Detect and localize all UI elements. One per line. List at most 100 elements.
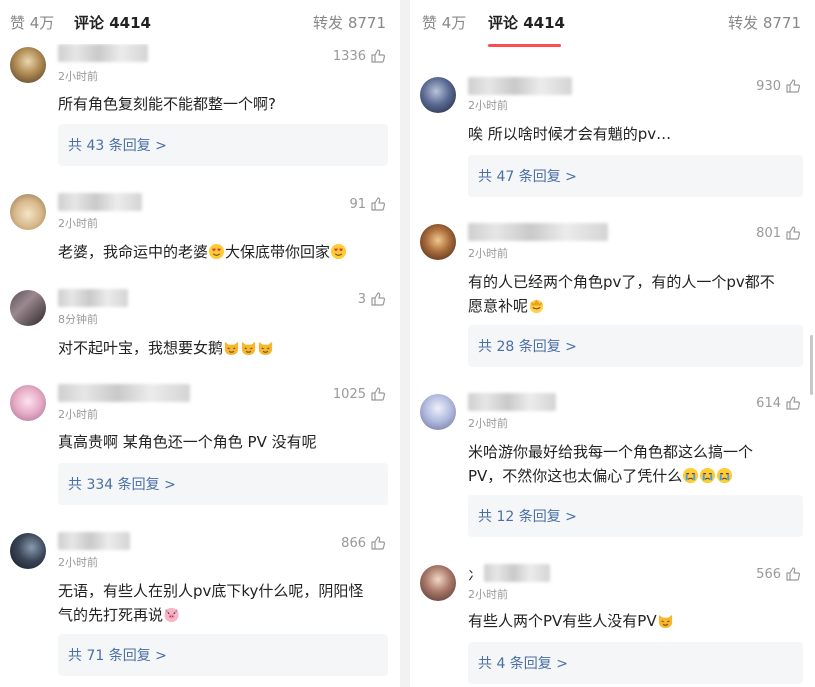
- emoji-heart-eyes: [330, 243, 347, 260]
- emoji-cat: [241, 341, 256, 356]
- reply-count[interactable]: 共 4 条回复 >: [478, 653, 568, 673]
- reply-expand[interactable]: 共 4 条回复 >: [468, 642, 803, 684]
- avatar[interactable]: [420, 77, 456, 113]
- like-button[interactable]: 91: [349, 196, 386, 212]
- comment-time: 2小时前: [58, 556, 98, 569]
- avatar[interactable]: [10, 533, 46, 569]
- username-blurred[interactable]: [58, 193, 142, 211]
- comment-text: 唉 所以啥时候才会有魈的pv…: [468, 125, 672, 143]
- reply-count[interactable]: 共 71 条回复 >: [68, 645, 167, 665]
- reply-expand[interactable]: 共 43 条回复 >: [58, 124, 388, 166]
- like-button[interactable]: 801: [756, 225, 801, 241]
- like-button[interactable]: 1025: [333, 386, 386, 402]
- panel-divider: [400, 0, 410, 687]
- comment-text: 有的人已经两个角色pv了，有的人一个pv都不 愿意补呢: [468, 273, 775, 315]
- emoji-pig: [164, 607, 179, 623]
- username-blurred[interactable]: [468, 77, 572, 95]
- username-blurred[interactable]: [58, 532, 130, 550]
- username-blurred[interactable]: [484, 564, 550, 582]
- thumb-up-icon: [786, 396, 801, 410]
- like-button[interactable]: 930: [756, 78, 801, 94]
- reply-expand[interactable]: 共 47 条回复 >: [468, 155, 803, 197]
- reply-expand[interactable]: 共 28 条回复 >: [468, 325, 803, 367]
- active-tab-indicator: [488, 44, 561, 47]
- avatar[interactable]: [10, 194, 46, 230]
- comment-text: 有些人两个PV有些人没有PV: [468, 609, 801, 633]
- avatar[interactable]: [420, 394, 456, 430]
- comment-time: 2小时前: [58, 408, 98, 421]
- reply-expand[interactable]: 共 334 条回复 >: [58, 463, 388, 505]
- emoji-cat: [224, 341, 239, 356]
- reply-expand[interactable]: 共 71 条回复 >: [58, 634, 388, 676]
- avatar[interactable]: [10, 385, 46, 421]
- like-count: 3: [357, 291, 366, 307]
- emoji-crying: [683, 467, 699, 484]
- left-comment-panel: 赞 4万 评论 4414 转发 8771 2小时前 1336 所有角色复刻能不能…: [0, 0, 400, 687]
- emoji-crown: [529, 299, 544, 314]
- reply-count[interactable]: 共 334 条回复 >: [68, 474, 176, 494]
- thumb-up-icon: [786, 79, 801, 93]
- tab-comments[interactable]: 评论 4414: [488, 12, 565, 33]
- tab-likes[interactable]: 赞 4万: [10, 12, 54, 33]
- reply-count[interactable]: 共 43 条回复 >: [68, 135, 167, 155]
- emoji-heart-eyes: [208, 243, 225, 260]
- like-button[interactable]: 614: [756, 395, 801, 411]
- avatar[interactable]: [10, 47, 46, 83]
- emoji-cat: [258, 341, 273, 356]
- like-count: 801: [756, 225, 781, 241]
- like-button[interactable]: 866: [341, 535, 386, 551]
- like-count: 1336: [332, 48, 366, 64]
- comment-time: 2小时前: [468, 417, 508, 430]
- like-count: 566: [756, 566, 781, 582]
- emoji-crying: [717, 467, 733, 484]
- right-comment-panel: 赞 4万 评论 4414 转发 8771 2小时前 930 唉 所以啥时候才会有…: [410, 0, 815, 687]
- avatar[interactable]: [10, 290, 46, 326]
- comment-text: 所有角色复刻能不能都整一个啊?: [58, 95, 276, 113]
- like-count: 614: [756, 395, 781, 411]
- reply-count[interactable]: 共 47 条回复 >: [478, 166, 577, 186]
- thumb-up-icon: [786, 567, 801, 581]
- emoji-cat: [658, 614, 672, 629]
- tab-bar: 赞 4万 评论 4414 转发 8771: [0, 0, 400, 44]
- reply-expand[interactable]: 共 12 条回复 >: [468, 495, 803, 537]
- like-count: 866: [341, 535, 366, 551]
- comment-time: 2小时前: [468, 247, 508, 260]
- thumb-up-icon: [371, 536, 386, 550]
- username-blurred[interactable]: [58, 384, 190, 402]
- username-blurred[interactable]: [58, 289, 128, 307]
- username-blurred[interactable]: [468, 393, 556, 411]
- username-blurred[interactable]: [468, 223, 608, 241]
- like-count: 1025: [332, 386, 366, 402]
- comment-time: 2小时前: [58, 217, 98, 230]
- comment-text: 对不起叶宝，我想要女鹅: [58, 336, 386, 360]
- tab-likes[interactable]: 赞 4万: [422, 12, 466, 33]
- comment-time: 2小时前: [58, 70, 98, 83]
- avatar[interactable]: [420, 224, 456, 260]
- reply-count[interactable]: 共 12 条回复 >: [478, 506, 577, 526]
- comment-time: 8分钟前: [58, 313, 98, 326]
- avatar[interactable]: [420, 565, 456, 601]
- reply-count[interactable]: 共 28 条回复 >: [478, 336, 577, 356]
- comment-text: 真高贵啊 某角色还一个角色 PV 没有呢: [58, 433, 317, 451]
- like-count: 930: [756, 78, 781, 94]
- tab-reposts[interactable]: 转发 8771: [313, 12, 386, 33]
- like-button[interactable]: 566: [756, 566, 801, 582]
- like-count: 91: [349, 196, 366, 212]
- thumb-up-icon: [786, 226, 801, 240]
- username-prefix: 冫: [468, 569, 482, 584]
- tab-bar: 赞 4万 评论 4414 转发 8771: [410, 0, 815, 48]
- thumb-up-icon: [371, 197, 386, 211]
- scrollbar[interactable]: [810, 335, 813, 395]
- thumb-up-icon: [371, 49, 386, 63]
- username-blurred[interactable]: [58, 44, 148, 62]
- thumb-up-icon: [371, 387, 386, 401]
- comment-time: 2小时前: [468, 588, 508, 601]
- comment-time: 2小时前: [468, 99, 508, 112]
- emoji-crying: [700, 467, 716, 484]
- thumb-up-icon: [371, 292, 386, 306]
- like-button[interactable]: 3: [358, 291, 386, 307]
- tab-comments[interactable]: 评论 4414: [74, 12, 151, 33]
- tab-reposts[interactable]: 转发 8771: [728, 12, 801, 33]
- comment-text: 老婆，我命运中的老婆 大保底带你回家: [58, 240, 386, 264]
- like-button[interactable]: 1336: [333, 48, 386, 64]
